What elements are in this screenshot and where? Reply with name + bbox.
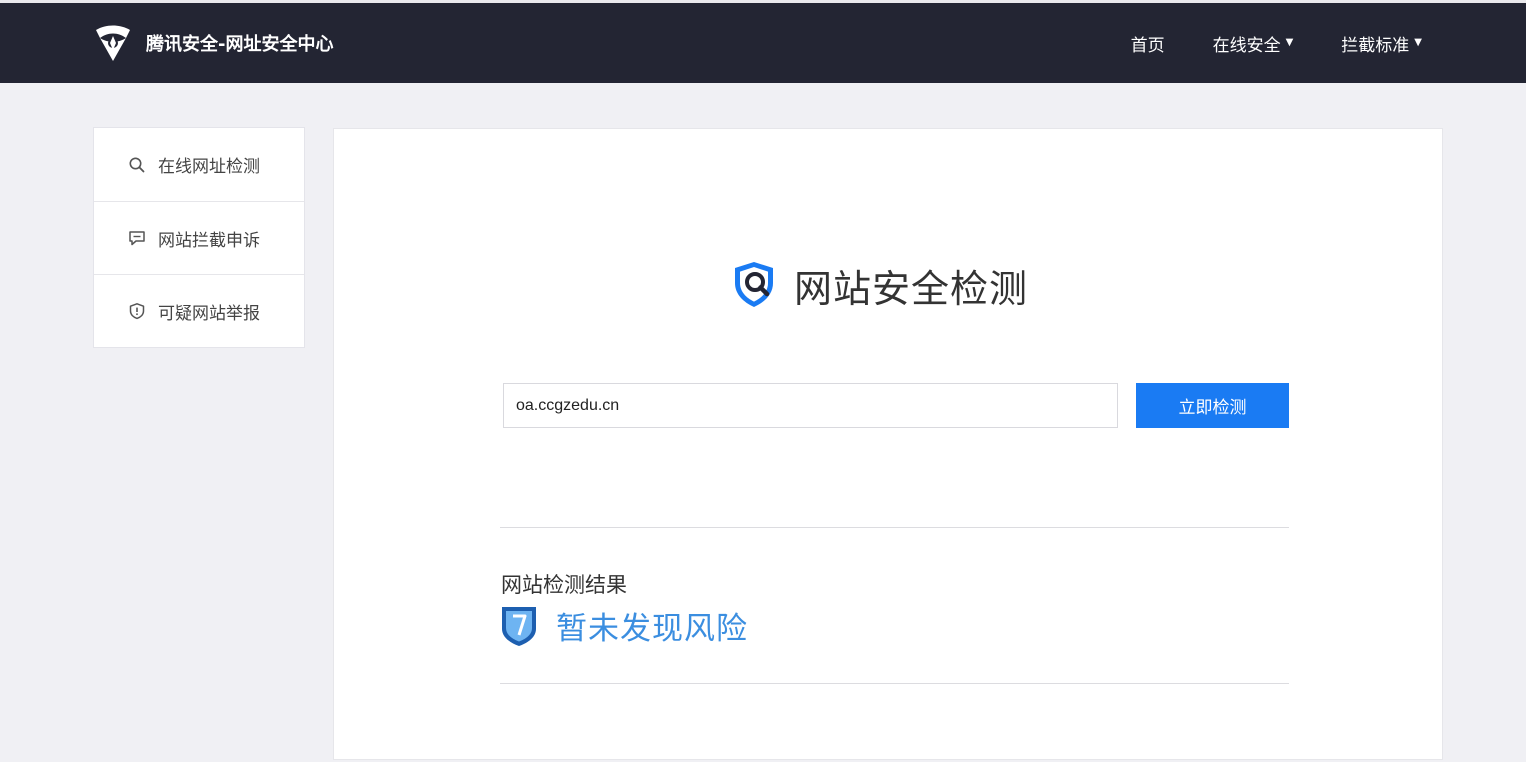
shield-search-icon <box>735 262 773 307</box>
shield-alert-icon <box>129 303 145 320</box>
nav-online-security-label: 在线安全 <box>1212 35 1281 56</box>
brand-link[interactable]: 腾讯安全-网址安全中心 <box>92 23 333 63</box>
nav-block-standards-label: 拦截标准 <box>1341 35 1410 56</box>
sidebar-item-label: 可疑网站举报 <box>158 303 260 324</box>
nav-home-label: 首页 <box>1130 35 1165 56</box>
sidebar-item-label: 网站拦截申诉 <box>158 230 260 251</box>
sidebar: 在线网址检测 网站拦截申诉 可疑网站举报 <box>93 127 305 348</box>
nav-online-security[interactable]: 在线安全 ▼ <box>1213 31 1294 56</box>
search-icon <box>129 157 145 172</box>
nav-block-standards[interactable]: 拦截标准 ▼ <box>1341 31 1422 56</box>
safe-shield-icon <box>502 606 536 646</box>
check-now-button[interactable]: 立即检测 <box>1136 383 1289 428</box>
sidebar-item-report[interactable]: 可疑网站举报 <box>94 274 304 347</box>
top-navbar: 腾讯安全-网址安全中心 首页 在线安全 ▼ 拦截标准 ▼ <box>0 0 1526 83</box>
main-panel: 网站安全检测 立即检测 网站检测结果 暂未发现风险 <box>333 128 1443 760</box>
sidebar-item-appeal[interactable]: 网站拦截申诉 <box>94 201 304 274</box>
nav-home[interactable]: 首页 <box>1131 31 1165 56</box>
chevron-down-icon: ▼ <box>1414 37 1422 48</box>
chevron-down-icon: ▼ <box>1285 37 1294 48</box>
sidebar-item-label: 在线网址检测 <box>158 157 260 177</box>
divider <box>500 527 1289 528</box>
divider <box>500 683 1289 684</box>
page-title: 网站安全检测 <box>794 266 1029 311</box>
url-input[interactable] <box>503 383 1118 428</box>
result-status: 暂未发现风险 <box>556 611 748 647</box>
result-status-row: 暂未发现风险 <box>500 603 748 648</box>
tencent-security-logo-icon <box>96 25 130 61</box>
result-label: 网站检测结果 <box>501 573 627 597</box>
brand-title: 腾讯安全-网址安全中心 <box>146 34 334 55</box>
page-heading: 网站安全检测 <box>726 257 1028 313</box>
main-nav: 首页 在线安全 ▼ 拦截标准 ▼ <box>1131 23 1422 63</box>
sidebar-item-url-check[interactable]: 在线网址检测 <box>94 128 304 201</box>
message-icon <box>129 231 145 246</box>
